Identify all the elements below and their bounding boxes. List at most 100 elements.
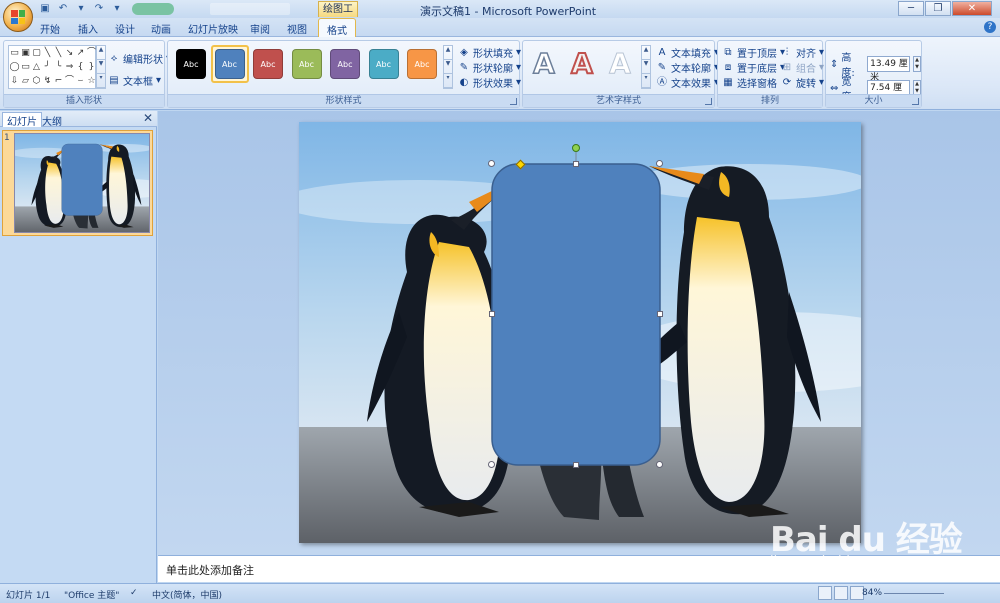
shape-style-swatch[interactable]: Abc [176, 49, 206, 79]
dialog-launcher-icon[interactable] [912, 98, 919, 105]
restore-button[interactable]: ❐ [925, 1, 951, 16]
resize-handle-se[interactable] [656, 461, 663, 468]
text-effects-button[interactable]: Ⓐ 文本效果 ▾ [656, 75, 719, 91]
slide-count: 幻灯片 1/1 [6, 591, 51, 601]
text-box-button[interactable]: ▤ 文本框 ▾ [108, 73, 161, 89]
notes-pane[interactable]: 单击此处添加备注 [158, 555, 1000, 582]
slide-number: 1 [4, 133, 10, 143]
height-input[interactable]: 13.49 厘米 [867, 56, 911, 83]
resize-handle-e[interactable] [657, 311, 663, 317]
shape-outline-label: 形状轮廓 [473, 64, 513, 75]
shape-style-swatch[interactable]: Abc [407, 49, 437, 79]
shape-option[interactable]: ▣ [20, 46, 31, 60]
shape-option[interactable]: ╯ [42, 60, 53, 74]
selection-pane-button[interactable]: ▦ 选择窗格 [722, 75, 777, 91]
wordart-style-3[interactable]: A [603, 47, 637, 81]
tab-animation[interactable]: 动画 [151, 21, 171, 36]
edit-shape-button[interactable]: ⟡ 编辑形状 ▾ [108, 51, 171, 67]
shape-option[interactable]: ▱ [20, 74, 31, 88]
shape-fill-button[interactable]: ◈ 形状填充 ▾ [458, 45, 521, 61]
shape-styles-scroll[interactable]: ▲ ▼ ▾ [443, 45, 453, 89]
chevron-down-icon: ▾ [819, 77, 825, 88]
shape-option[interactable]: ↘ [64, 46, 75, 60]
shape-option[interactable]: ╲ [42, 46, 53, 60]
shape-option[interactable]: ⌐ [53, 74, 64, 88]
shape-option[interactable]: △ [31, 60, 42, 74]
zoom-slider[interactable] [884, 593, 944, 594]
tab-slideshow[interactable]: 幻灯片放映 [188, 21, 238, 36]
group-label-size: 大小 [826, 94, 921, 107]
redo-icon[interactable]: ↷ [92, 2, 106, 16]
align-button[interactable]: ⫶ 对齐 ▾ [781, 45, 824, 61]
shape-option[interactable]: ▢ [31, 46, 42, 60]
resize-handle-ne[interactable] [656, 160, 663, 167]
width-icon: ⇔ [830, 82, 839, 94]
shape-option[interactable]: ⇩ [9, 74, 20, 88]
resize-handle-w[interactable] [489, 311, 495, 317]
bring-to-front-button[interactable]: ⧉ 置于顶层 ▾ [722, 45, 785, 61]
shape-option[interactable]: { [75, 60, 86, 74]
slide-canvas[interactable] [299, 122, 861, 543]
wordart-style-1[interactable]: A [527, 46, 561, 81]
shape-option[interactable]: ⇒ [64, 60, 75, 74]
tab-home[interactable]: 开始 [40, 21, 60, 36]
text-fill-button[interactable]: A 文本填充 ▾ [656, 45, 719, 61]
tab-format[interactable]: 格式 [318, 18, 356, 38]
rotate-button[interactable]: ⟳ 旋转 ▾ [781, 75, 825, 91]
group-button[interactable]: ⊞ 组合 ▾ [781, 60, 824, 76]
shape-style-swatch[interactable]: Abc [253, 49, 283, 79]
tab-insert[interactable]: 插入 [78, 21, 98, 36]
wordart-gallery-scroll[interactable]: ▲ ▼ ▾ [641, 45, 651, 89]
wordart-style-2[interactable]: A [565, 46, 599, 81]
text-outline-button[interactable]: ✎ 文本轮廓 ▾ [656, 60, 719, 76]
shape-option[interactable]: ╰ [53, 60, 64, 74]
dialog-launcher-icon[interactable] [510, 98, 517, 105]
shape-style-swatch[interactable]: Abc [368, 49, 399, 79]
slide-thumbnail[interactable] [14, 133, 150, 233]
shape-option[interactable]: ◯ [9, 60, 20, 74]
shape-option[interactable]: ▭ [9, 46, 20, 60]
tab-review[interactable]: 审阅 [250, 21, 270, 36]
shapes-gallery-scroll[interactable]: ▲ ▼ ▾ [96, 45, 106, 89]
undo-icon[interactable]: ↶ [56, 2, 70, 16]
rotation-handle[interactable] [572, 144, 580, 152]
tab-design[interactable]: 设计 [115, 21, 135, 36]
tab-slides[interactable]: 幻灯片 [2, 112, 42, 128]
slide-sorter-button[interactable] [834, 586, 848, 600]
shape-option[interactable]: ⬡ [31, 74, 42, 88]
resize-handle-nw[interactable] [488, 160, 495, 167]
zoom-level[interactable]: 84% [862, 588, 882, 598]
normal-view-button[interactable] [818, 586, 832, 600]
minimize-button[interactable]: ─ [898, 1, 924, 16]
shape-option[interactable]: ⌣ [75, 74, 86, 88]
customize-qat-icon[interactable]: ▾ [110, 2, 124, 16]
dialog-launcher-icon[interactable] [705, 98, 712, 105]
shape-option[interactable]: ╲ [53, 46, 64, 60]
resize-handle-n[interactable] [573, 161, 579, 167]
office-button[interactable] [3, 2, 33, 32]
close-icon[interactable]: ✕ [143, 111, 153, 125]
shape-option[interactable]: ▭ [20, 60, 31, 74]
send-to-back-button[interactable]: ⧈ 置于底层 ▾ [722, 60, 785, 76]
resize-handle-s[interactable] [573, 462, 579, 468]
undo-dropdown-icon[interactable]: ▾ [74, 2, 88, 16]
shape-option[interactable]: ↯ [42, 74, 53, 88]
shape-style-swatch[interactable]: Abc [330, 49, 360, 79]
help-icon[interactable]: ? [984, 21, 996, 33]
group-shape-styles: Abc Abc Abc Abc Abc Abc Abc ▲ ▼ ▾ ◈ 形状填充 ▾ ✎ 形状轮… [167, 40, 521, 108]
shape-effects-button[interactable]: ◐ 形状效果 ▾ [458, 75, 521, 91]
save-icon[interactable]: ▣ [38, 2, 52, 16]
shape-style-swatch[interactable]: Abc [214, 49, 245, 79]
shape-outline-button[interactable]: ✎ 形状轮廓 ▾ [458, 60, 521, 76]
height-spinner[interactable]: ▲ ▼ [913, 56, 921, 72]
shape-option[interactable]: ⌒ [64, 74, 75, 88]
spellcheck-icon[interactable]: ✓ [130, 588, 138, 598]
slide-editing-area[interactable] [158, 111, 1000, 555]
tab-outline[interactable]: 大纲 [42, 113, 62, 128]
shapes-gallery[interactable]: ▭ ▣ ▢ ╲ ╲ ↘ ↗ ⌒ ◯ ▭ △ ╯ ╰ ⇒{} ⇩ ▱ ⬡ ↯ ⌐ ⌒ ⌣ ☆ [8, 45, 96, 89]
resize-handle-sw[interactable] [488, 461, 495, 468]
shape-option[interactable]: ↗ [75, 46, 86, 60]
shape-style-swatch[interactable]: Abc [291, 49, 322, 79]
close-button[interactable]: ✕ [952, 1, 992, 16]
tab-view[interactable]: 视图 [287, 21, 307, 36]
